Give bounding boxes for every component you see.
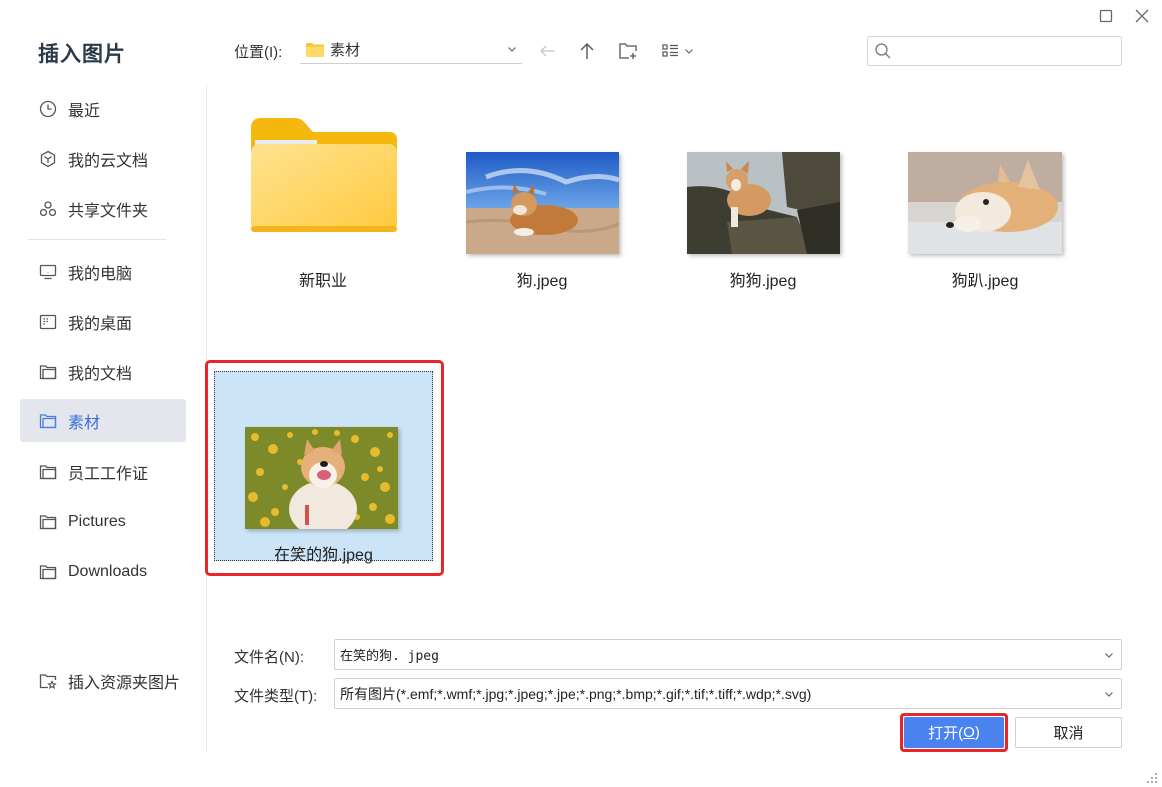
search-input[interactable] [896,38,1121,64]
open-button[interactable]: 打开(O) [904,717,1004,748]
sidebar-item-label: 员工工作证 [68,465,149,483]
up-folder-button[interactable] [575,38,599,64]
file-item-image[interactable]: 狗趴.jpeg [875,108,1095,298]
filename-value: 在笑的狗. jpeg [340,649,439,664]
filetype-label: 文件类型(T): [234,688,318,705]
file-item-image[interactable]: 狗.jpeg [432,108,652,298]
view-mode-button[interactable] [658,38,698,64]
close-icon [1135,9,1149,23]
sidebar-item-label: 我的云文档 [68,152,149,170]
location-dropdown[interactable]: 素材 [300,36,522,64]
folder-large-icon [251,118,397,232]
sidebar-item-sucai[interactable]: 素材 [20,399,186,442]
open-mnemonic: O [963,724,975,741]
chevron-down-icon [685,49,693,54]
share-nodes-icon [38,199,58,219]
sidebar-item-pictures[interactable]: Pictures [20,500,186,543]
sidebar-item-label: 插入资源夹图片 [68,674,181,692]
file-name: 在笑的狗.jpeg [274,547,373,564]
search-icon [875,43,891,59]
location-value: 素材 [330,42,361,59]
file-name: 新职业 [298,273,347,290]
image-thumbnail [245,427,398,529]
sidebar-item-label: 我的文档 [68,365,133,383]
cloud-box-icon [38,149,58,169]
sidebar-item-downloads[interactable]: Downloads [20,550,186,593]
maximize-button[interactable] [1094,4,1118,28]
chevron-down-icon [1103,687,1115,705]
folder-icon [306,42,324,57]
dialog-title: 插入图片 [38,43,126,66]
image-thumbnail [908,152,1062,254]
folder-icon [38,362,58,382]
file-name: 狗狗.jpeg [729,273,797,290]
folder-icon [38,562,58,582]
sidebar-item-my-computer[interactable]: 我的电脑 [20,250,186,293]
sidebar-item-label: 最近 [68,102,101,120]
sidebar-item-cloud-docs[interactable]: 我的云文档 [20,137,186,180]
image-thumbnail [466,152,619,254]
open-label: 打开( [928,725,964,742]
sidebar-item-my-documents[interactable]: 我的文档 [20,350,186,393]
file-item-image[interactable]: 狗狗.jpeg [653,108,873,298]
folder-icon [38,512,58,532]
new-folder-icon [619,43,637,59]
search-box [867,36,1122,66]
chevron-down-icon [1103,648,1115,666]
new-folder-button[interactable] [616,38,640,64]
chevron-down-icon [506,42,518,60]
sidebar-item-label: 我的电脑 [68,265,133,283]
sidebar-item-recent[interactable]: 最近 [20,87,186,130]
sidebar-item-label: 素材 [68,414,101,432]
filename-label: 文件名(N): [234,649,304,666]
maximize-icon [1099,9,1113,23]
sidebar-item-label: Pictures [68,512,126,530]
sidebar-item-label: 共享文件夹 [68,202,149,220]
sidebar: 最近 我的云文档 共享文件夹 我的电脑 我的桌面 我的文档 素材 员工工作证 P… [0,84,207,752]
file-name: 狗趴.jpeg [951,273,1019,290]
monitor-icon [38,262,58,282]
folder-star-icon [38,671,58,691]
arrow-left-icon [540,45,555,57]
desktop-icon [38,312,58,332]
file-item-folder[interactable]: 新职业 [213,108,433,298]
arrow-up-icon [580,43,594,59]
file-name: 狗.jpeg [516,273,568,290]
file-item-selected[interactable]: 在笑的狗.jpeg [214,371,433,564]
sidebar-divider [28,239,166,240]
list-view-icon [662,44,678,57]
folder-icon [38,462,58,482]
sidebar-item-insert-resource-images[interactable]: 插入资源夹图片 [20,659,186,702]
folder-icon [38,411,58,431]
filetype-value: 所有图片(*.emf;*.wmf;*.jpg;*.jpeg;*.jpe;*.pn… [340,685,812,702]
open-label-suffix: ) [974,724,980,741]
sidebar-item-label: 我的桌面 [68,315,133,333]
sidebar-item-label: Downloads [68,562,148,580]
clock-icon [38,99,58,119]
sidebar-item-shared-folder[interactable]: 共享文件夹 [20,187,186,230]
cancel-button[interactable]: 取消 [1015,717,1122,748]
location-label: 位置(I): [234,44,283,61]
filename-combo[interactable]: 在笑的狗. jpeg [334,639,1122,670]
image-thumbnail [687,152,840,254]
filetype-dropdown[interactable]: 所有图片(*.emf;*.wmf;*.jpg;*.jpeg;*.jpe;*.pn… [334,678,1122,709]
back-button[interactable] [536,38,560,64]
sidebar-item-my-desktop[interactable]: 我的桌面 [20,300,186,343]
resize-grip-icon [1147,773,1157,783]
resize-grip[interactable] [1146,771,1158,783]
close-button[interactable] [1130,4,1154,28]
sidebar-item-employee-badge[interactable]: 员工工作证 [20,450,186,493]
